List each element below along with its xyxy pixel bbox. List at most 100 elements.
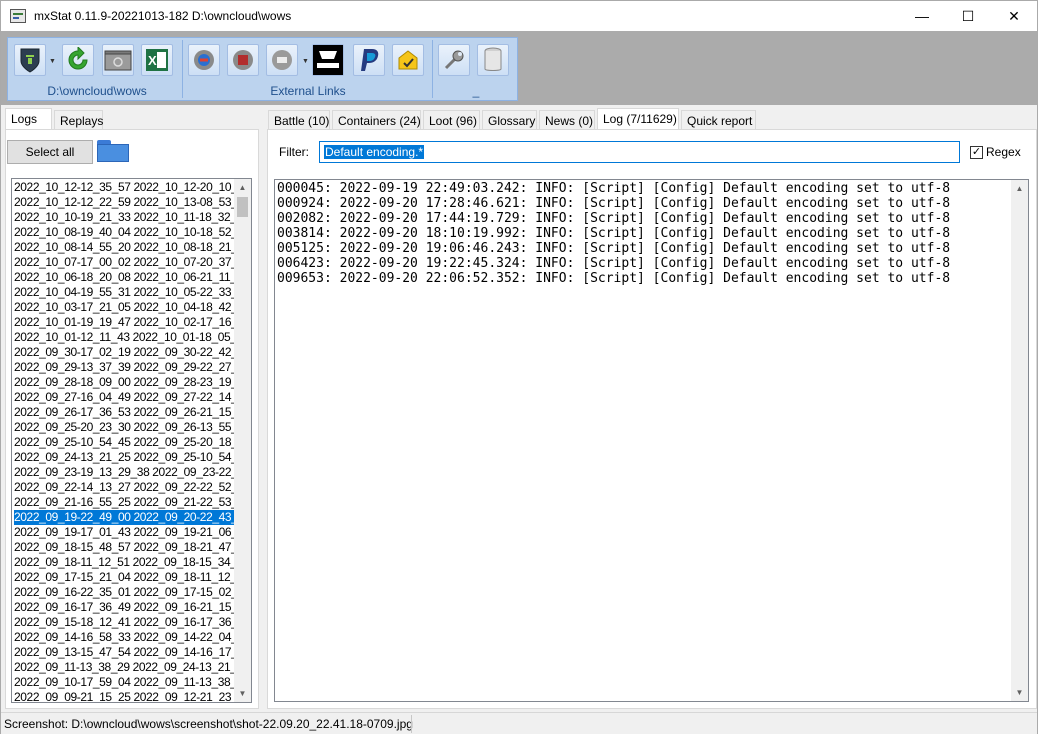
list-item[interactable]: 2022_09_16-22_35_01 2022_09_17-15_02_12 bbox=[14, 585, 235, 600]
status-separator bbox=[411, 715, 412, 733]
list-item[interactable]: 2022_09_14-16_58_33 2022_09_14-22_04_58 bbox=[14, 630, 235, 645]
settings-button[interactable] bbox=[438, 44, 470, 76]
list-item[interactable]: 2022_09_28-18_09_00 2022_09_28-23_19_16 bbox=[14, 375, 235, 390]
log-line: 006423: 2022-09-20 19:22:45.324: INFO: [… bbox=[277, 256, 951, 271]
list-item[interactable]: 2022_09_23-19_13_29_38 2022_09_23-22_37_… bbox=[14, 465, 235, 480]
list-item[interactable]: 2022_09_30-17_02_19 2022_09_30-22_42_24 bbox=[14, 345, 235, 360]
replays-folder-button[interactable] bbox=[102, 44, 134, 76]
ribbon-toolbar: ▼ X D:\owncloud\wows ▼ External Links _ bbox=[7, 37, 518, 101]
list-item[interactable]: 2022_10_08-19_40_04 2022_10_10-18_52_04 bbox=[14, 225, 235, 240]
close-button[interactable]: ✕ bbox=[991, 1, 1037, 31]
status-bar: Screenshot: D:\owncloud\wows\screenshot\… bbox=[1, 712, 1037, 734]
list-item[interactable]: 2022_09_17-15_21_04 2022_09_18-11_12_44 bbox=[14, 570, 235, 585]
list-item[interactable]: 2022_09_26-17_36_53 2022_09_26-21_15_03 bbox=[14, 405, 235, 420]
left-tab-bar: Logs Replays bbox=[5, 108, 259, 130]
tab-quick-report[interactable]: Quick report bbox=[681, 110, 756, 130]
app-window: mxStat 0.11.9-20221013-182 D:\owncloud\w… bbox=[0, 0, 1038, 734]
list-item[interactable]: 2022_09_13-15_47_54 2022_09_14-16_17_26 bbox=[14, 645, 235, 660]
wows-launcher-button[interactable] bbox=[14, 44, 46, 76]
regex-checkbox[interactable]: ✓ bbox=[970, 146, 983, 159]
list-item[interactable]: 2022_09_15-18_12_41 2022_09_16-17_36_39 bbox=[14, 615, 235, 630]
warships-icon bbox=[20, 48, 40, 73]
tab-containers[interactable]: Containers (24) bbox=[332, 110, 421, 130]
link-icon bbox=[233, 50, 253, 70]
list-item[interactable]: 2022_10_06-18_20_08 2022_10_06-21_11_12 bbox=[14, 270, 235, 285]
list-item[interactable]: 2022_09_22-14_13_27 2022_09_22-22_52_35 bbox=[14, 480, 235, 495]
log-scrollbar[interactable]: ▲ ▼ bbox=[1011, 180, 1028, 701]
list-item[interactable]: 2022_09_19-17_01_43 2022_09_19-21_06_36 bbox=[14, 525, 235, 540]
list-item[interactable]: 2022_09_18-15_48_57 2022_09_18-21_47_09 bbox=[14, 540, 235, 555]
list-item[interactable]: 2022_09_09-21_15_25 2022_09_12-21_23_02 bbox=[14, 690, 235, 702]
svg-text:X: X bbox=[148, 53, 157, 68]
list-item[interactable]: 2022_09_10-17_59_04 2022_09_11-13_38_16 bbox=[14, 675, 235, 690]
list-item[interactable]: 2022_09_21-16_55_25 2022_09_21-22_53_50 bbox=[14, 495, 235, 510]
tab-loot[interactable]: Loot (96) bbox=[423, 110, 480, 130]
list-item[interactable]: 2022_10_07-17_00_02 2022_10_07-20_37_56 bbox=[14, 255, 235, 270]
list-scrollbar[interactable]: ▲ ▼ bbox=[234, 179, 251, 702]
tab-logs[interactable]: Logs bbox=[5, 108, 52, 129]
paypal-button[interactable] bbox=[353, 44, 385, 76]
chevron-down-icon[interactable]: ▼ bbox=[302, 58, 309, 65]
scroll-up-icon[interactable]: ▲ bbox=[234, 179, 251, 196]
scroll-thumb[interactable] bbox=[237, 197, 248, 217]
title-bar: mxStat 0.11.9-20221013-182 D:\owncloud\w… bbox=[1, 1, 1037, 31]
status-text: Screenshot: D:\owncloud\wows\screenshot\… bbox=[4, 717, 413, 731]
scroll-up-icon[interactable]: ▲ bbox=[1011, 180, 1028, 197]
list-item[interactable]: 2022_09_16-17_36_49 2022_09_16-21_15_15 bbox=[14, 600, 235, 615]
list-item[interactable]: 2022_09_18-11_12_51 2022_09_18-15_34_27 bbox=[14, 555, 235, 570]
link-icon bbox=[272, 50, 292, 70]
tab-news[interactable]: News (0) bbox=[539, 110, 595, 130]
group-label-external-links: External Links bbox=[270, 84, 346, 98]
log-line: 009653: 2022-09-20 22:06:52.352: INFO: [… bbox=[277, 271, 951, 286]
donate-icon bbox=[398, 50, 418, 70]
select-all-button[interactable]: Select all bbox=[7, 140, 93, 164]
list-item[interactable]: 2022_10_01-19_19_47 2022_10_02-17_16_16 bbox=[14, 315, 235, 330]
list-item[interactable]: 2022_10_10-19_21_33 2022_10_11-18_32_46 bbox=[14, 210, 235, 225]
trash-icon bbox=[484, 47, 502, 71]
list-item[interactable]: 2022_10_03-17_21_05 2022_10_04-18_42_38 bbox=[14, 300, 235, 315]
log-output[interactable]: 000045: 2022-09-19 22:49:03.242: INFO: [… bbox=[274, 179, 1029, 702]
maximize-button[interactable]: ☐ bbox=[945, 1, 991, 31]
list-item[interactable]: 2022_09_27-16_04_49 2022_09_27-22_14_23 bbox=[14, 390, 235, 405]
list-item[interactable]: 2022_10_01-12_11_43 2022_10_01-18_05_38 bbox=[14, 330, 235, 345]
group-label-tools: _ bbox=[472, 84, 480, 98]
tab-replays[interactable]: Replays bbox=[54, 110, 103, 130]
chevron-down-icon[interactable]: ▼ bbox=[49, 58, 56, 65]
list-item[interactable]: 2022_09_24-13_21_25 2022_09_25-10_54_37 bbox=[14, 450, 235, 465]
excel-export-button[interactable]: X bbox=[141, 44, 173, 76]
wrench-icon bbox=[444, 50, 464, 70]
group-label-folder: D:\owncloud\wows bbox=[47, 84, 147, 98]
list-item[interactable]: 2022_09_11-13_38_29 2022_09_24-13_21_14 bbox=[14, 660, 235, 675]
log-line: 005125: 2022-09-20 19:06:46.243: INFO: [… bbox=[277, 241, 951, 256]
log-line: 000924: 2022-09-20 17:28:46.621: INFO: [… bbox=[277, 196, 951, 211]
warships-link-button[interactable] bbox=[312, 44, 344, 76]
filter-input-value: Default encoding.* bbox=[324, 145, 425, 159]
list-item[interactable]: 2022_10_04-19_55_31 2022_10_05-22_33_28 bbox=[14, 285, 235, 300]
list-item[interactable]: 2022_10_12-12_35_57 2022_10_12-20_10_46 bbox=[14, 180, 235, 195]
excel-icon: X bbox=[146, 49, 168, 71]
list-item[interactable]: 2022_09_29-13_37_39 2022_09_29-22_27_46 bbox=[14, 360, 235, 375]
regex-label: Regex bbox=[986, 145, 1021, 159]
list-item[interactable]: 2022_09_19-22_49_00 2022_09_20-22_43_11 bbox=[14, 510, 235, 525]
minimize-button[interactable]: — bbox=[899, 1, 945, 31]
list-item[interactable]: 2022_10_08-14_55_20 2022_10_08-18_21_33 bbox=[14, 240, 235, 255]
external-link-2-button[interactable] bbox=[227, 44, 259, 76]
scroll-down-icon[interactable]: ▼ bbox=[1011, 684, 1028, 701]
log-session-list[interactable]: 2022_10_12-12_35_57 2022_10_12-20_10_46 2… bbox=[11, 178, 252, 703]
external-link-3-button[interactable] bbox=[266, 44, 298, 76]
donate-button[interactable] bbox=[392, 44, 424, 76]
filter-input[interactable]: Default encoding.* bbox=[319, 141, 960, 163]
clear-button[interactable] bbox=[477, 44, 509, 76]
app-icon bbox=[10, 9, 26, 23]
list-item[interactable]: 2022_09_25-20_23_30 2022_09_26-13_55_35 bbox=[14, 420, 235, 435]
list-item[interactable]: 2022_09_25-10_54_45 2022_09_25-20_18_14 bbox=[14, 435, 235, 450]
external-link-1-button[interactable] bbox=[188, 44, 220, 76]
tab-battle[interactable]: Battle (10) bbox=[268, 110, 330, 130]
scroll-down-icon[interactable]: ▼ bbox=[234, 685, 251, 702]
tab-log[interactable]: Log (7/11629) bbox=[597, 108, 679, 129]
folder-icon[interactable] bbox=[97, 138, 129, 162]
window-title: mxStat 0.11.9-20221013-182 D:\owncloud\w… bbox=[34, 9, 292, 23]
list-item[interactable]: 2022_10_12-12_22_59 2022_10_13-08_53_27 bbox=[14, 195, 235, 210]
tab-glossary[interactable]: Glossary bbox=[482, 110, 537, 130]
refresh-button[interactable] bbox=[62, 44, 94, 76]
